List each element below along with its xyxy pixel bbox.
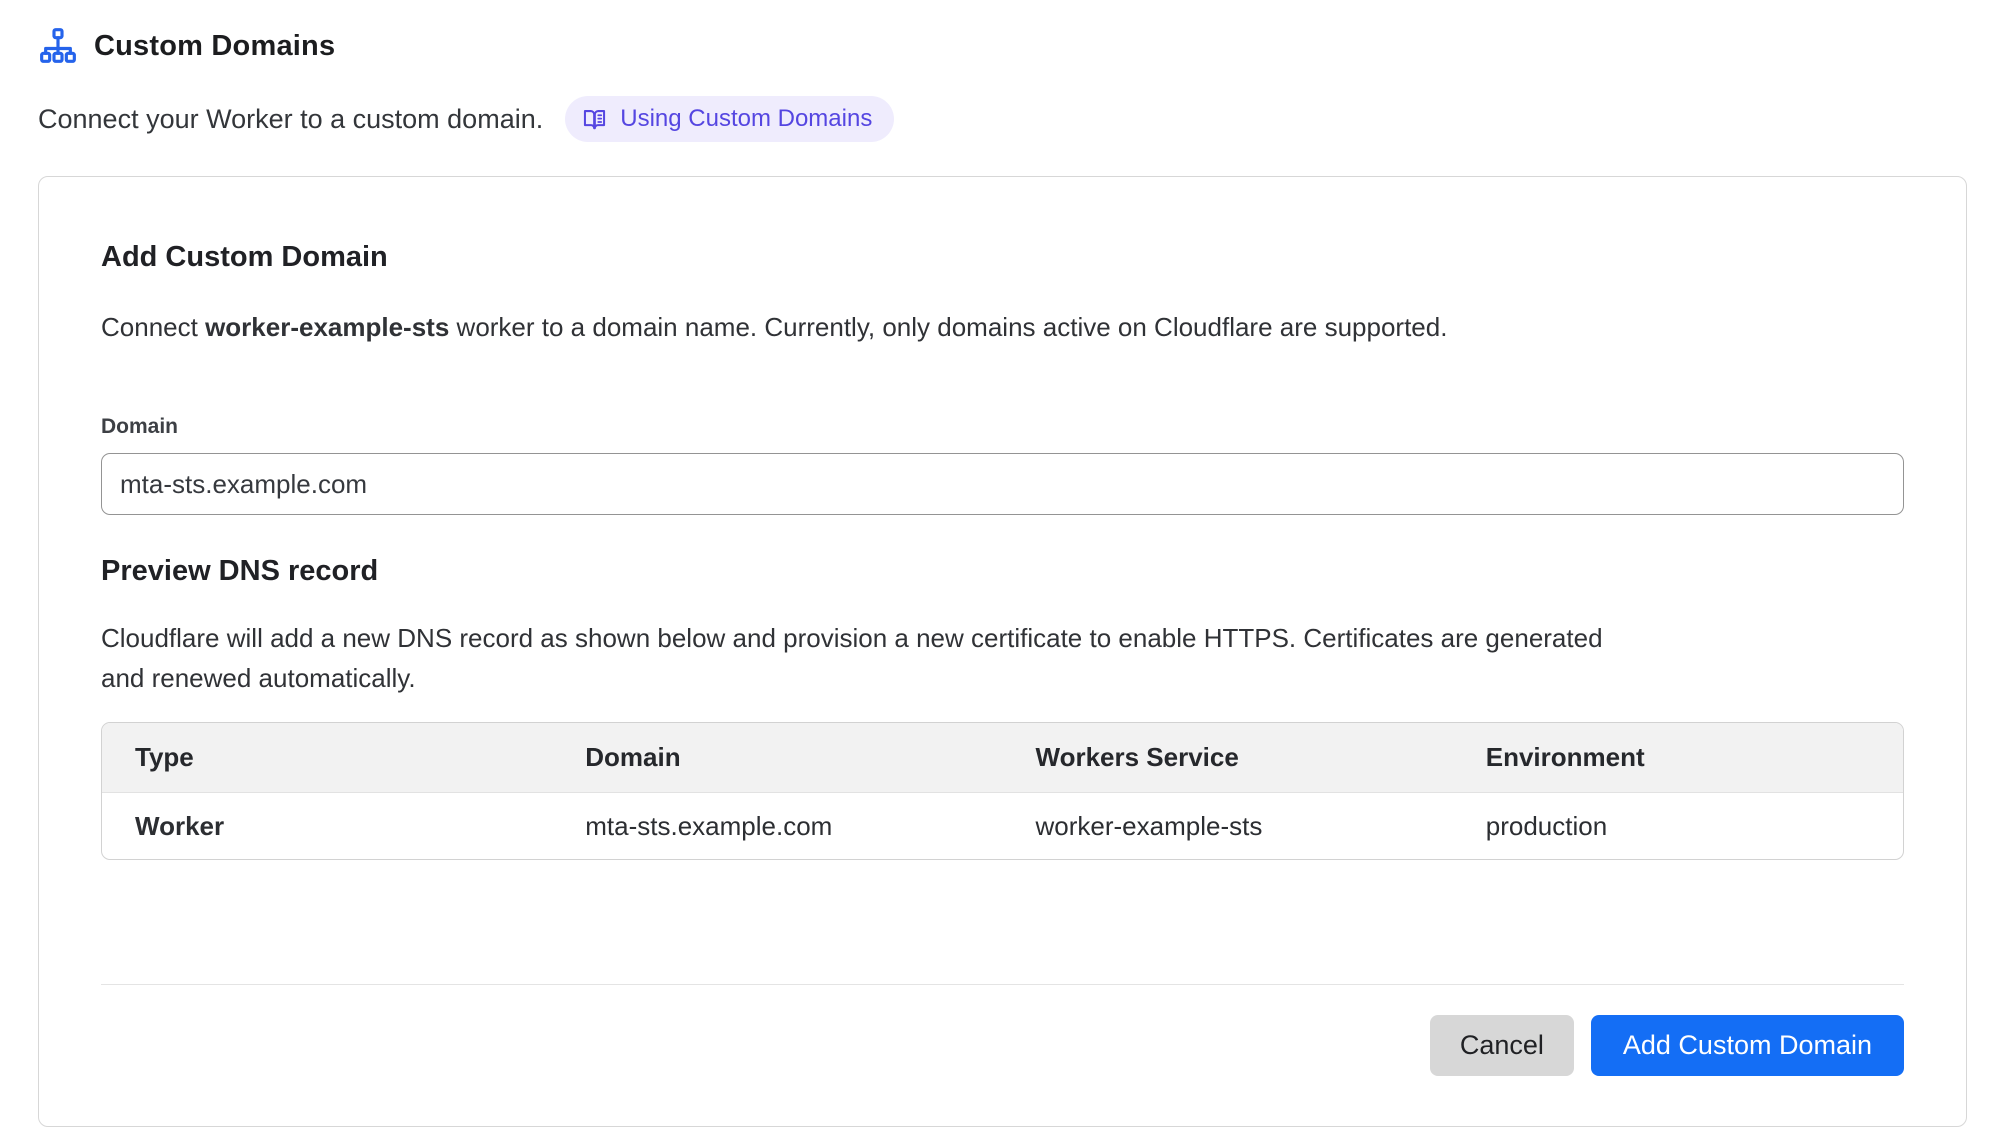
column-header-workers-service: Workers Service [1003,723,1453,792]
add-custom-domain-button[interactable]: Add Custom Domain [1591,1015,1904,1076]
page-subtitle-row: Connect your Worker to a custom domain. … [38,96,1961,142]
worker-name: worker-example-sts [205,312,449,342]
open-book-icon [581,106,608,133]
cell-record-workers-service: worker-example-sts [1003,793,1453,859]
add-custom-domain-heading: Add Custom Domain [101,241,1904,274]
page-subtitle: Connect your Worker to a custom domain. [38,104,543,135]
preview-dns-heading: Preview DNS record [101,555,1904,588]
column-header-type: Type [102,723,552,792]
cell-record-type: Worker [102,793,552,859]
cancel-button[interactable]: Cancel [1430,1015,1574,1076]
footer-actions: Cancel Add Custom Domain [101,1015,1904,1076]
column-header-environment: Environment [1453,723,1903,792]
preview-dns-description: Cloudflare will add a new DNS record as … [101,618,1611,698]
column-header-domain: Domain [552,723,1002,792]
using-custom-domains-label: Using Custom Domains [620,105,872,133]
page-title: Custom Domains [94,30,335,63]
table-row: Worker mta-sts.example.com worker-exampl… [102,793,1903,859]
add-custom-domain-card: Add Custom Domain Connect worker-example… [38,176,1967,1127]
domain-field-label: Domain [101,415,1904,439]
description-suffix: worker to a domain name. Currently, only… [449,312,1447,342]
footer-divider [101,984,1904,985]
custom-domains-page: Custom Domains Connect your Worker to a … [0,0,1999,1127]
dns-preview-table: Type Domain Workers Service Environment … [101,722,1904,860]
add-custom-domain-description: Connect worker-example-sts worker to a d… [101,312,1904,343]
hierarchy-icon [38,26,78,66]
table-header-row: Type Domain Workers Service Environment [102,723,1903,793]
cell-record-environment: production [1453,793,1903,859]
page-header: Custom Domains [38,26,1961,66]
cell-record-domain: mta-sts.example.com [552,793,1002,859]
using-custom-domains-link[interactable]: Using Custom Domains [565,96,894,142]
description-prefix: Connect [101,312,205,342]
domain-input[interactable] [101,453,1904,515]
